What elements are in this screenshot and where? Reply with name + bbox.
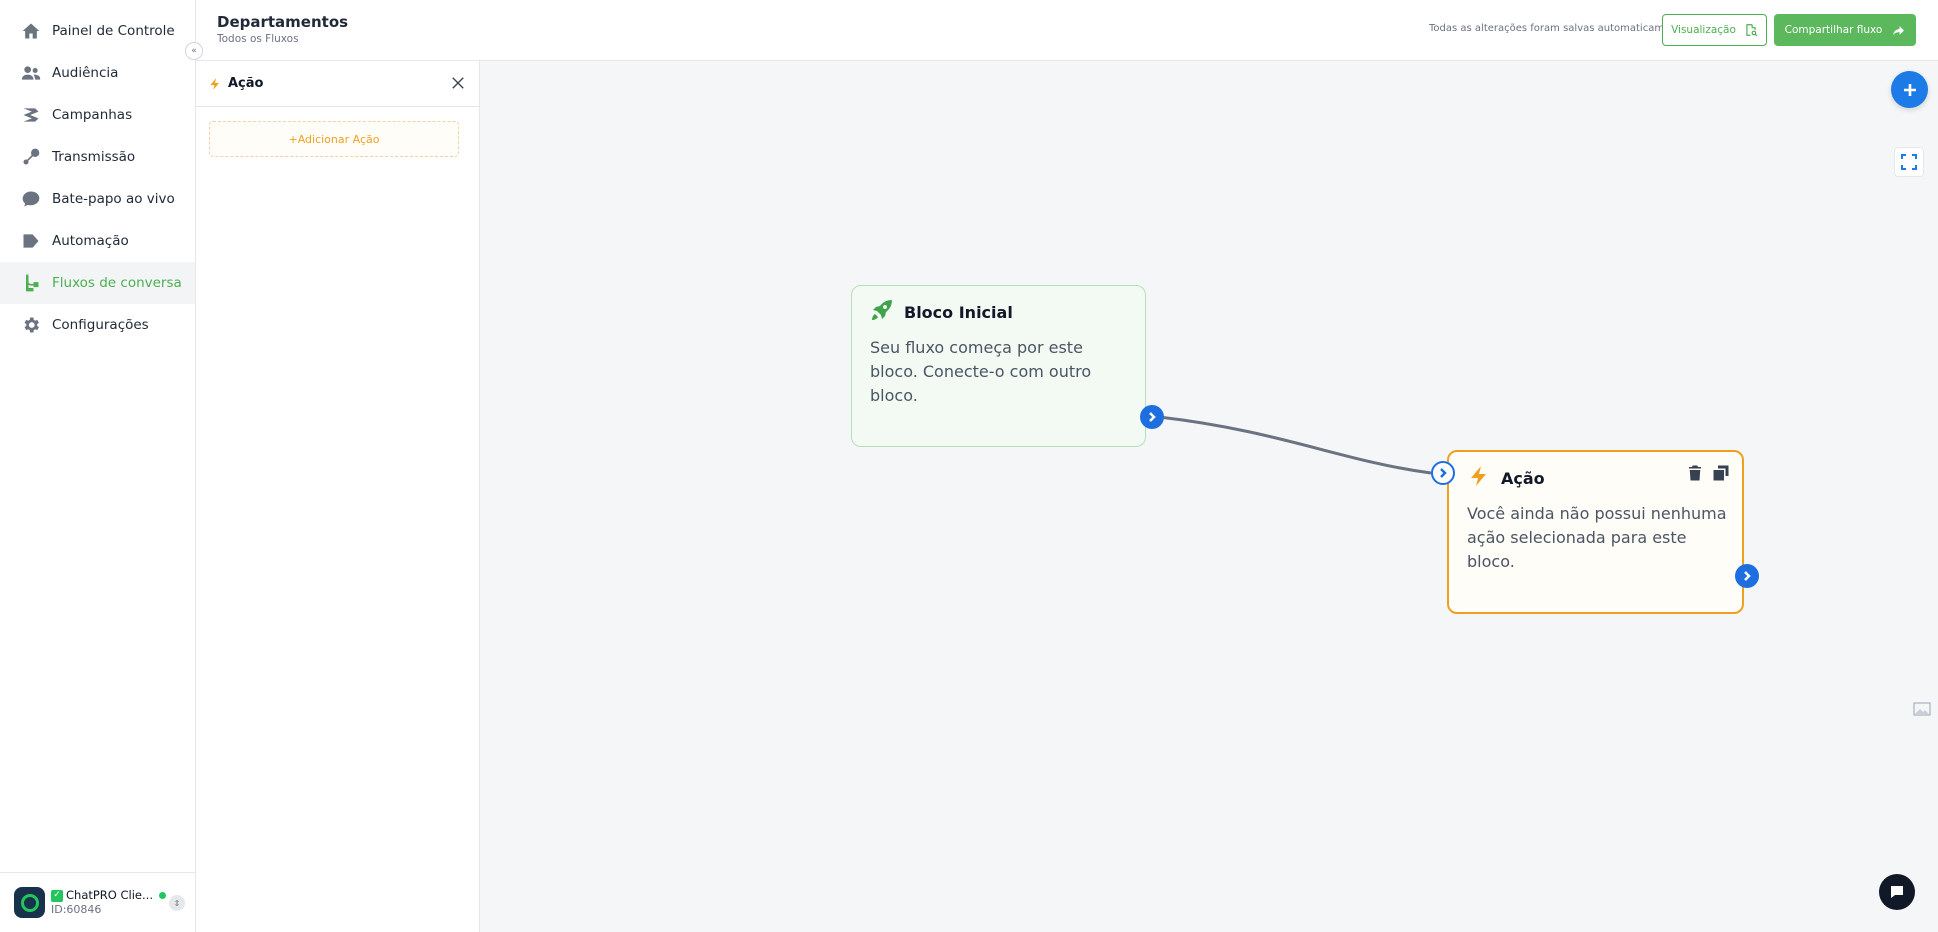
broadcast-icon [20,146,42,168]
sidebar-item-label: Painel de Controle [52,23,175,39]
preview-button[interactable]: Visualização [1662,14,1767,46]
avatar [14,887,45,918]
rocket-icon [870,298,894,326]
users-icon [20,62,42,84]
flow-icon [20,272,42,294]
message-icon [1891,886,1903,898]
expand-icon [1901,154,1917,170]
minimap-toggle[interactable] [1912,699,1932,719]
chevron-right-icon [1744,571,1751,581]
action-block-output-handle[interactable] [1735,564,1759,588]
sidebar-item-label: Bate-papo ao vivo [52,191,175,207]
verified-check-icon: ✓ [51,889,63,902]
sidebar-item-broadcast[interactable]: Transmissão [0,136,195,178]
breadcrumb[interactable]: Todos os Fluxos [217,33,299,45]
sidebar-item-label: Fluxos de conversa [52,275,182,291]
start-block-description: Seu fluxo começa por este bloco. Conecte… [870,338,1092,405]
duplicate-icon[interactable] [1712,464,1730,482]
double-chevron-left-icon: « [191,46,197,56]
action-block-input-handle[interactable] [1431,461,1455,485]
account-id: ID:60846 [51,902,102,916]
chat-icon [20,188,42,210]
sidebar: Painel de Controle Audiência Campanhas T… [0,0,196,932]
sidebar-item-dashboard[interactable]: Painel de Controle [0,10,195,52]
action-block[interactable]: Ação Você ainda não possui nenhuma ação … [1447,450,1744,614]
campaign-icon [20,104,42,126]
online-status-dot [158,892,166,900]
action-block-description: Você ainda não possui nenhuma ação selec… [1467,504,1727,571]
share-flow-button[interactable]: Compartilhar fluxo [1774,14,1916,46]
sidebar-item-conversation-flows[interactable]: Fluxos de conversa [0,262,195,304]
chevron-right-icon [1440,468,1447,478]
action-block-toolbar [1686,464,1730,482]
account-info: ✓ ChatPRO Clie... ID:60846 [51,888,166,916]
sidebar-item-settings[interactable]: Configurações [0,304,195,346]
fit-view-button[interactable] [1894,147,1924,177]
start-block[interactable]: Bloco Inicial Seu fluxo começa por este … [851,285,1146,447]
sidebar-item-label: Campanhas [52,107,133,123]
action-panel-title: Ação [228,76,264,91]
image-icon [1913,702,1931,716]
autosave-status: Todas as alterações foram salvas automat… [1429,23,1687,34]
account-switcher[interactable]: ✓ ChatPRO Clie... ID:60846 ⇕ [0,872,195,932]
start-block-title: Bloco Inicial [904,302,1013,322]
sidebar-item-label: Configurações [52,317,149,333]
share-flow-button-label: Compartilhar fluxo [1784,24,1883,36]
account-name: ChatPRO Clie... [66,888,153,902]
sidebar-item-label: Automação [52,233,129,249]
sidebar-nav: Painel de Controle Audiência Campanhas T… [0,0,195,346]
switch-account-icon[interactable]: ⇕ [169,895,185,911]
start-block-output-handle[interactable] [1140,405,1164,429]
automation-icon [20,230,42,252]
home-icon [20,20,42,42]
add-block-button[interactable] [1891,71,1928,108]
plus-icon [1903,83,1916,96]
page-title: Departamentos [217,13,349,31]
share-arrow-icon [1893,25,1905,35]
action-panel: Ação +Adicionar Ação [196,61,480,932]
sidebar-item-live-chat[interactable]: Bate-papo ao vivo [0,178,195,220]
collapse-sidebar-button[interactable]: « [185,42,203,60]
trash-icon[interactable] [1686,464,1704,482]
sidebar-item-audience[interactable]: Audiência [0,52,195,94]
sidebar-item-label: Audiência [52,65,119,81]
preview-icon [1746,24,1758,37]
gear-icon [20,314,42,336]
sidebar-item-label: Transmissão [52,149,136,165]
close-icon[interactable] [449,74,469,94]
support-chat-button[interactable] [1879,874,1915,910]
add-action-button[interactable]: +Adicionar Ação [209,121,459,157]
chevron-right-icon [1149,412,1156,422]
preview-button-label: Visualização [1671,24,1736,36]
lightning-icon [208,76,222,92]
flow-canvas[interactable]: Bloco Inicial Seu fluxo começa por este … [481,61,1938,932]
lightning-icon [1467,464,1491,492]
action-block-title: Ação [1501,468,1545,488]
sidebar-item-campaigns[interactable]: Campanhas [0,94,195,136]
sidebar-item-automation[interactable]: Automação [0,220,195,262]
action-panel-header: Ação [196,61,479,107]
top-header: Departamentos Todos os Fluxos Todas as a… [196,0,1938,61]
